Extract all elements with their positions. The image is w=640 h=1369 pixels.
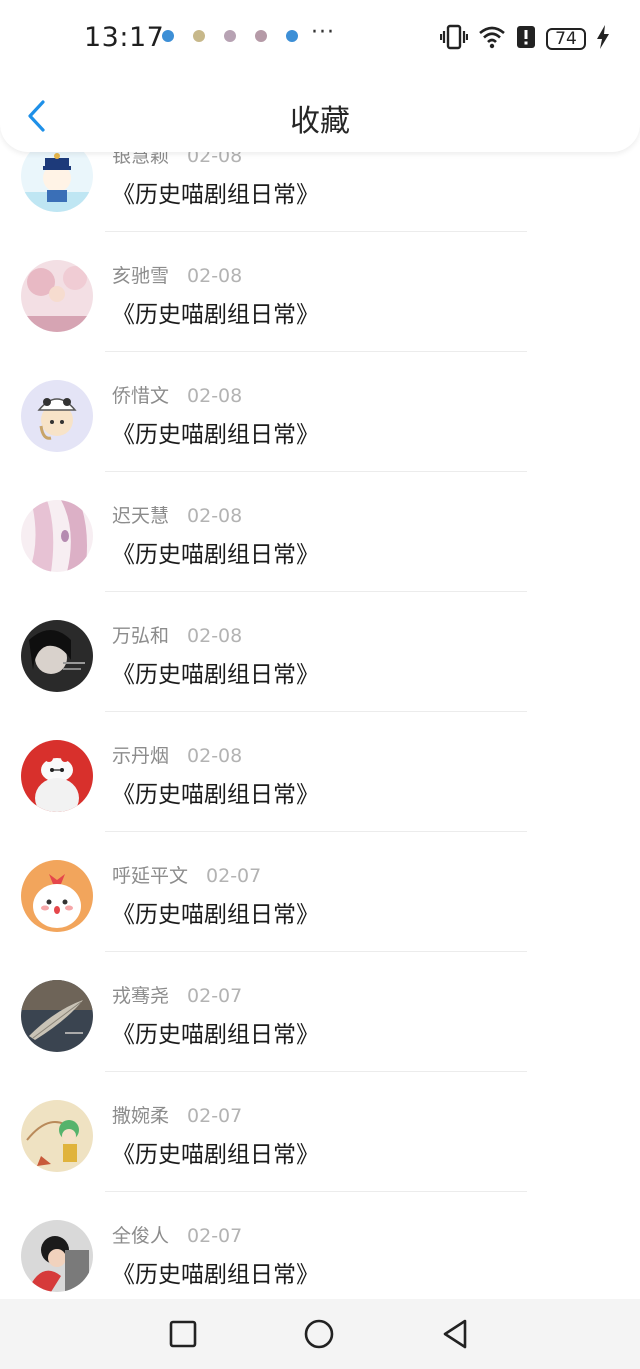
list-item[interactable]: 亥驰雪 02-08 《历史喵剧组日常》 <box>0 241 640 361</box>
more-notifications-icon: ··· <box>311 20 335 45</box>
item-name-row: 示丹烟 02-08 <box>112 741 242 768</box>
list-item[interactable]: 撒婉柔 02-07 《历史喵剧组日常》 <box>0 1081 640 1201</box>
list-item[interactable]: 万弘和 02-08 《历史喵剧组日常》 <box>0 601 640 721</box>
item-author: 银慧颖 <box>112 152 170 167</box>
header-card: 13:17 ··· 74 收藏 <box>0 0 640 152</box>
alert-icon <box>516 25 536 53</box>
avatar <box>21 260 93 332</box>
divider <box>105 471 527 472</box>
item-name-row: 戎骞尧 02-07 <box>112 981 242 1008</box>
title-bar: 收藏 <box>0 76 640 152</box>
item-title[interactable]: 《历史喵剧组日常》 <box>112 895 319 929</box>
list-item[interactable]: 呼延平文 02-07 《历史喵剧组日常》 <box>0 841 640 961</box>
wifi-icon <box>478 25 506 53</box>
item-title[interactable]: 《历史喵剧组日常》 <box>112 655 319 689</box>
notification-icon <box>193 30 205 42</box>
notification-icon <box>162 30 174 42</box>
item-author: 亥驰雪 <box>112 265 170 287</box>
list-item[interactable]: 迟天慧 02-08 《历史喵剧组日常》 <box>0 481 640 601</box>
avatar <box>21 860 93 932</box>
recents-button[interactable] <box>166 1317 200 1351</box>
item-author: 迟天慧 <box>112 505 170 527</box>
item-author: 万弘和 <box>112 625 170 647</box>
item-date: 02-08 <box>187 625 243 647</box>
circle-icon <box>304 1319 334 1349</box>
status-time: 13:17 <box>84 22 165 53</box>
item-name-row: 全俊人 02-07 <box>112 1221 242 1248</box>
favorites-list-inner: 银慧颖 02-08 《历史喵剧组日常》 亥驰雪 02-08 《历史喵剧组日常》 <box>0 152 640 1299</box>
divider <box>105 1071 527 1072</box>
item-name-row: 亥驰雪 02-08 <box>112 261 242 288</box>
item-name-row: 银慧颖 02-08 <box>112 152 242 168</box>
avatar <box>21 620 93 692</box>
item-name-row: 侨惜文 02-08 <box>112 381 242 408</box>
item-author: 示丹烟 <box>112 745 170 767</box>
divider <box>105 351 527 352</box>
item-title[interactable]: 《历史喵剧组日常》 <box>112 1135 319 1169</box>
divider <box>105 591 527 592</box>
list-item[interactable]: 银慧颖 02-08 《历史喵剧组日常》 <box>0 152 640 241</box>
list-item[interactable]: 示丹烟 02-08 《历史喵剧组日常》 <box>0 721 640 841</box>
divider <box>105 831 527 832</box>
item-title[interactable]: 《历史喵剧组日常》 <box>112 1255 319 1289</box>
divider <box>105 711 527 712</box>
item-date: 02-07 <box>206 865 262 887</box>
item-title[interactable]: 《历史喵剧组日常》 <box>112 175 319 209</box>
item-date: 02-07 <box>187 985 243 1007</box>
avatar <box>21 1220 93 1292</box>
item-title[interactable]: 《历史喵剧组日常》 <box>112 295 319 329</box>
home-button[interactable] <box>302 1317 336 1351</box>
item-name-row: 万弘和 02-08 <box>112 621 242 648</box>
item-title[interactable]: 《历史喵剧组日常》 <box>112 775 319 809</box>
divider <box>105 951 527 952</box>
avatar <box>21 380 93 452</box>
item-author: 侨惜文 <box>112 385 170 407</box>
avatar <box>21 152 93 212</box>
item-name-row: 撒婉柔 02-07 <box>112 1101 242 1128</box>
favorites-list[interactable]: 银慧颖 02-08 《历史喵剧组日常》 亥驰雪 02-08 《历史喵剧组日常》 <box>0 152 640 1299</box>
item-date: 02-08 <box>187 745 243 767</box>
item-date: 02-08 <box>187 265 243 287</box>
battery-icon: 74 <box>546 28 586 50</box>
notification-icon <box>224 30 236 42</box>
favorites-page: 13:17 ··· 74 收藏 银慧颖 02-08 《历史喵剧组日常》 亥驰雪 … <box>0 0 640 1369</box>
item-author: 全俊人 <box>112 1225 170 1247</box>
square-icon <box>169 1320 197 1348</box>
item-date: 02-08 <box>187 152 243 167</box>
item-name-row: 呼延平文 02-07 <box>112 861 261 888</box>
notification-icon <box>255 30 267 42</box>
vibrate-icon <box>439 24 469 54</box>
divider <box>105 1191 527 1192</box>
item-date: 02-08 <box>187 505 243 527</box>
list-item[interactable]: 侨惜文 02-08 《历史喵剧组日常》 <box>0 361 640 481</box>
notification-icon <box>286 30 298 42</box>
item-date: 02-07 <box>187 1105 243 1127</box>
system-nav-bar <box>0 1299 640 1369</box>
item-name-row: 迟天慧 02-08 <box>112 501 242 528</box>
item-author: 呼延平文 <box>112 865 189 887</box>
divider <box>105 231 527 232</box>
avatar <box>21 500 93 572</box>
system-icons: 74 <box>439 24 610 54</box>
status-bar: 13:17 ··· 74 <box>0 0 640 76</box>
item-author: 戎骞尧 <box>112 985 170 1007</box>
avatar <box>21 1100 93 1172</box>
item-date: 02-07 <box>187 1225 243 1247</box>
item-title[interactable]: 《历史喵剧组日常》 <box>112 415 319 449</box>
back-nav-button[interactable] <box>438 1317 472 1351</box>
avatar <box>21 980 93 1052</box>
list-item[interactable]: 戎骞尧 02-07 《历史喵剧组日常》 <box>0 961 640 1081</box>
charging-icon <box>596 25 610 53</box>
item-title[interactable]: 《历史喵剧组日常》 <box>112 535 319 569</box>
item-title[interactable]: 《历史喵剧组日常》 <box>112 1015 319 1049</box>
page-title: 收藏 <box>290 104 350 139</box>
avatar <box>21 740 93 812</box>
list-item[interactable]: 全俊人 02-07 《历史喵剧组日常》 <box>0 1201 640 1299</box>
item-author: 撒婉柔 <box>112 1105 170 1127</box>
triangle-back-icon <box>443 1319 467 1349</box>
item-date: 02-08 <box>187 385 243 407</box>
notification-icons <box>162 30 298 42</box>
